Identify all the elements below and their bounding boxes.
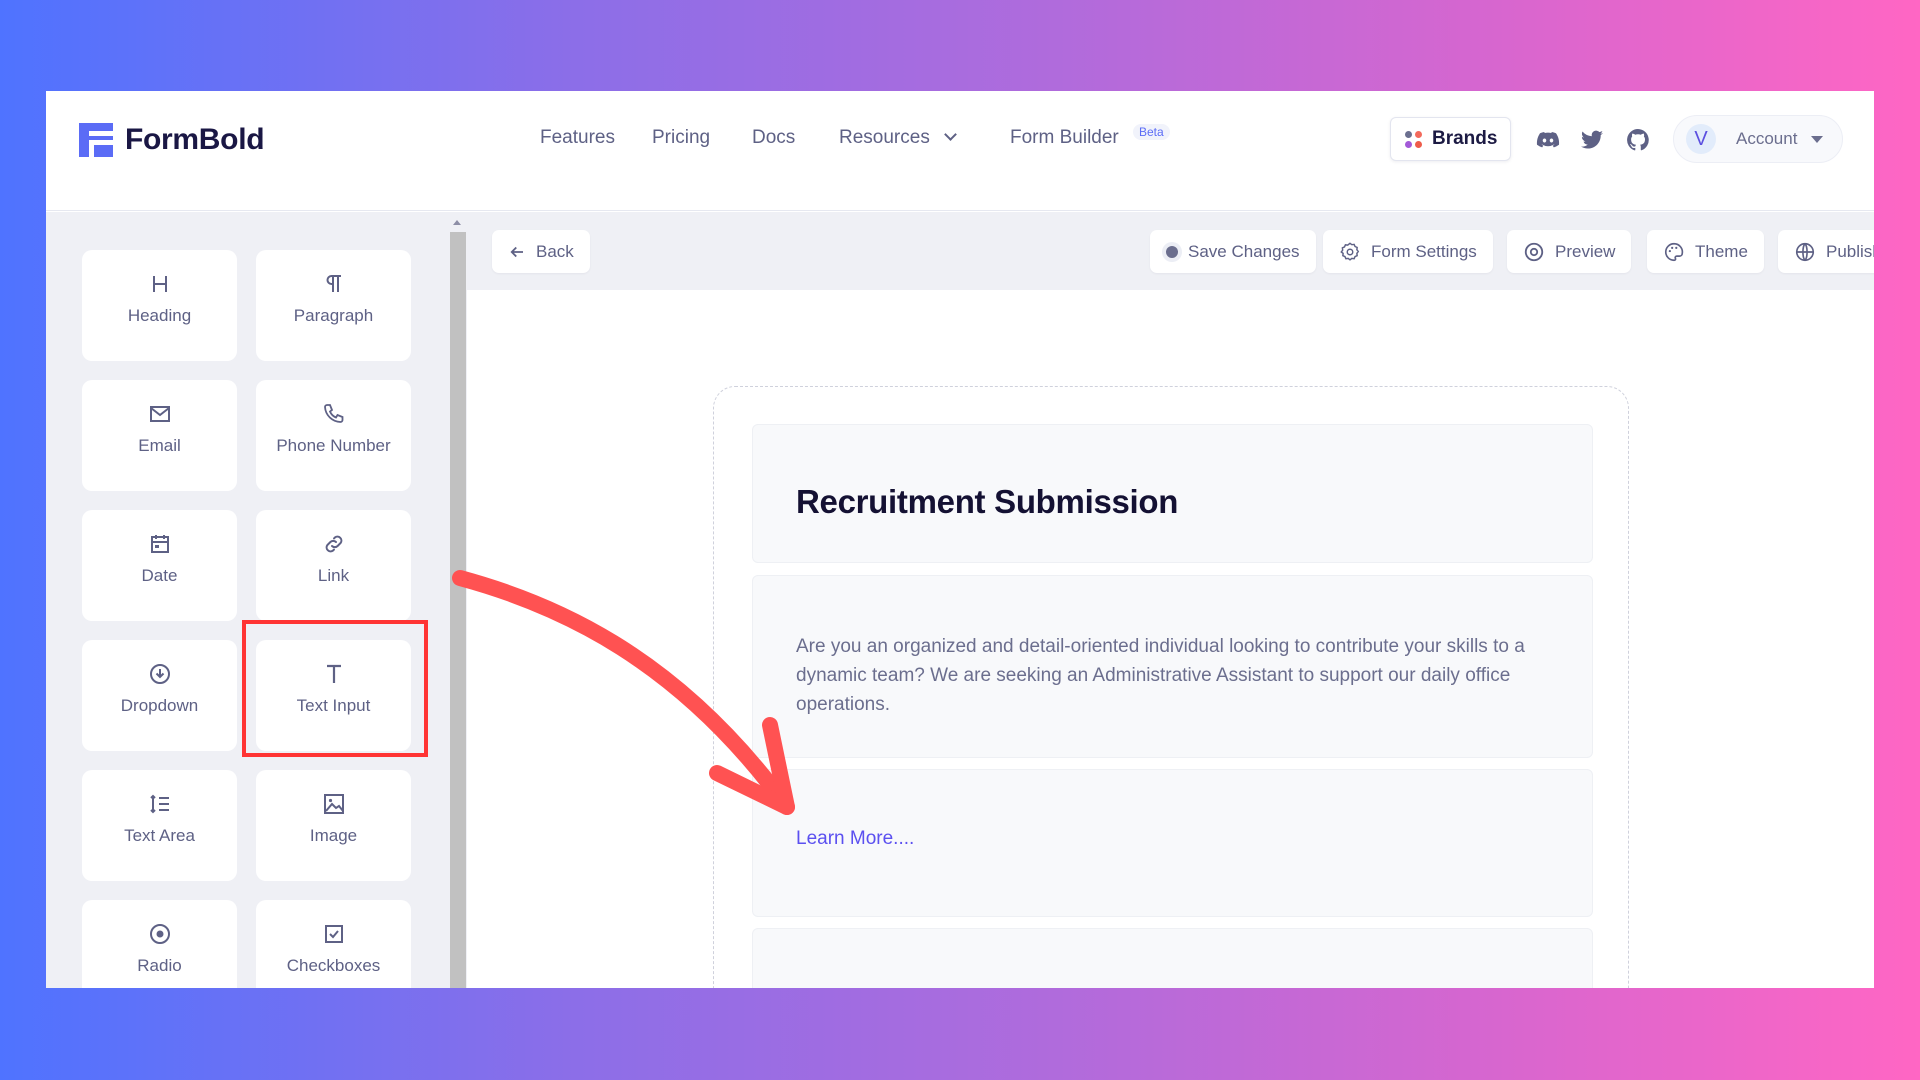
publish-label: Publish bbox=[1826, 241, 1874, 261]
preview-label: Preview bbox=[1555, 241, 1616, 261]
learn-more-link[interactable]: Learn More.... bbox=[796, 828, 914, 850]
preview-button[interactable]: Preview bbox=[1507, 230, 1632, 273]
tile-phone-number[interactable]: Phone Number bbox=[256, 380, 411, 491]
nav-features[interactable]: Features bbox=[540, 127, 615, 149]
account-menu[interactable]: V Account bbox=[1673, 115, 1843, 163]
twitter-icon[interactable] bbox=[1580, 128, 1604, 152]
tile-dropdown[interactable]: Dropdown bbox=[82, 640, 237, 751]
heading-icon bbox=[152, 276, 167, 292]
email-icon bbox=[149, 406, 170, 422]
radio-icon bbox=[149, 924, 170, 944]
link-tile-highlight-annotation bbox=[242, 620, 428, 757]
save-changes-label: Save Changes bbox=[1188, 241, 1300, 261]
form-paragraph-text: Are you an organized and detail-oriented… bbox=[796, 636, 1525, 715]
scrollbar-thumb[interactable] bbox=[450, 232, 466, 988]
tile-paragraph[interactable]: Paragraph bbox=[256, 250, 411, 361]
github-icon[interactable] bbox=[1626, 128, 1650, 152]
tile-date[interactable]: Date bbox=[82, 510, 237, 621]
form-next-block[interactable] bbox=[752, 928, 1593, 988]
image-icon bbox=[323, 794, 344, 814]
caret-down-icon bbox=[1811, 135, 1824, 143]
form-dropzone[interactable]: Recruitment Submission Are you an organi… bbox=[713, 386, 1629, 988]
tile-label: Heading bbox=[127, 306, 192, 325]
formbold-logo-icon bbox=[79, 123, 113, 157]
calendar-icon bbox=[150, 535, 169, 553]
brands-button[interactable]: Brands bbox=[1390, 117, 1511, 161]
palette-icon bbox=[1665, 242, 1684, 261]
tile-radio[interactable]: Radio bbox=[82, 900, 237, 988]
discord-icon[interactable] bbox=[1536, 128, 1560, 152]
form-title: Recruitment Submission bbox=[796, 483, 1179, 520]
nav-resources[interactable]: Resources bbox=[839, 127, 957, 149]
tile-label: Dropdown bbox=[120, 696, 199, 715]
account-label: Account bbox=[1736, 129, 1798, 148]
tile-heading[interactable]: Heading bbox=[82, 250, 237, 361]
form-settings-button[interactable]: Form Settings bbox=[1323, 230, 1493, 273]
brands-grid-icon bbox=[1405, 130, 1422, 148]
back-button[interactable]: Back bbox=[492, 230, 590, 273]
theme-label: Theme bbox=[1695, 241, 1748, 261]
app-window: FormBold Features Pricing Docs Resources… bbox=[46, 91, 1874, 988]
tile-email[interactable]: Email bbox=[82, 380, 237, 491]
save-changes-button[interactable]: Save Changes bbox=[1150, 230, 1316, 273]
checkbox-icon bbox=[324, 925, 343, 943]
status-dot-icon bbox=[1166, 245, 1178, 258]
tile-label: Email bbox=[138, 436, 181, 455]
tile-label: Date bbox=[141, 566, 178, 585]
form-heading-block[interactable]: Recruitment Submission bbox=[752, 424, 1593, 563]
link-icon bbox=[325, 535, 342, 553]
form-canvas: Recruitment Submission Are you an organi… bbox=[467, 290, 1874, 988]
field-palette-sidebar: Heading Paragraph Email Phone Number Dat… bbox=[46, 212, 467, 988]
brand-dot bbox=[1405, 130, 1412, 138]
top-navbar: FormBold Features Pricing Docs Resources… bbox=[46, 91, 1874, 211]
formbold-logo[interactable]: FormBold bbox=[79, 123, 265, 157]
gear-icon bbox=[1340, 241, 1360, 261]
form-paragraph-block[interactable]: Are you an organized and detail-oriented… bbox=[752, 575, 1593, 758]
paragraph-icon bbox=[326, 275, 341, 292]
tile-checkboxes[interactable]: Checkboxes bbox=[256, 900, 411, 988]
tile-link[interactable]: Link bbox=[256, 510, 411, 621]
builder-toolbar: Back Save Changes Form Settings Preview … bbox=[467, 212, 1874, 290]
form-settings-label: Form Settings bbox=[1371, 241, 1477, 261]
tile-label: Phone Number bbox=[276, 436, 391, 455]
eye-icon bbox=[1524, 242, 1544, 261]
nav-pricing[interactable]: Pricing bbox=[652, 127, 710, 149]
avatar: V bbox=[1686, 124, 1716, 154]
tile-label: Checkboxes bbox=[286, 956, 381, 975]
brand-dot bbox=[1415, 140, 1422, 148]
text-area-icon bbox=[149, 794, 169, 814]
nav-form-builder[interactable]: Form Builder bbox=[1010, 127, 1119, 149]
brand-dot bbox=[1405, 140, 1412, 148]
phone-icon bbox=[323, 404, 343, 423]
arrow-left-icon bbox=[510, 246, 523, 257]
form-link-block[interactable]: Learn More.... bbox=[752, 769, 1593, 917]
tile-text-area[interactable]: Text Area bbox=[82, 770, 237, 881]
theme-button[interactable]: Theme bbox=[1647, 230, 1764, 273]
brands-label: Brands bbox=[1432, 128, 1498, 149]
tile-label: Text Area bbox=[124, 826, 195, 845]
globe-icon bbox=[1795, 242, 1815, 261]
tile-label: Link bbox=[317, 566, 350, 585]
beta-badge: Beta bbox=[1133, 124, 1170, 140]
scroll-up-arrow-icon[interactable] bbox=[453, 220, 461, 225]
sidebar-scrollbar[interactable] bbox=[448, 212, 467, 988]
brand-dot bbox=[1415, 130, 1422, 138]
nav-resources-label: Resources bbox=[839, 127, 930, 148]
publish-button[interactable]: Publish bbox=[1778, 230, 1874, 273]
logo-text: FormBold bbox=[125, 123, 265, 156]
back-label: Back bbox=[536, 241, 574, 261]
tile-label: Radio bbox=[137, 956, 182, 975]
tile-label: Paragraph bbox=[293, 306, 374, 325]
tile-image[interactable]: Image bbox=[256, 770, 411, 881]
tile-label: Image bbox=[309, 826, 358, 845]
dropdown-icon bbox=[149, 664, 170, 684]
chevron-down-icon bbox=[943, 128, 957, 141]
nav-docs[interactable]: Docs bbox=[752, 127, 795, 149]
